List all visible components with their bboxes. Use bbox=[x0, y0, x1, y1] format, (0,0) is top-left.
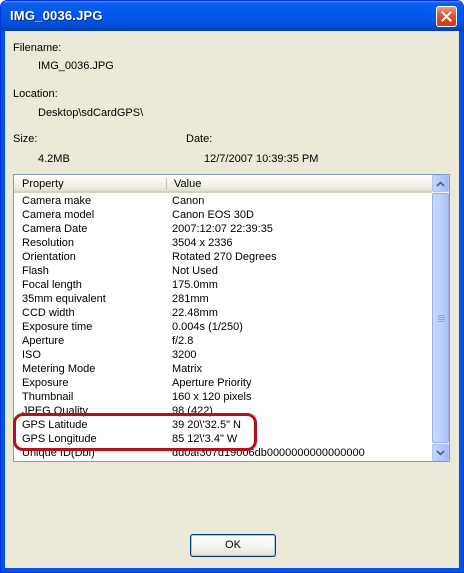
table-row[interactable]: Focal length 175.0mm bbox=[14, 278, 433, 292]
value-cell: f/2.8 bbox=[172, 335, 194, 347]
value-cell: 85 12\'3.4" W bbox=[172, 433, 238, 445]
scroll-up-button[interactable] bbox=[432, 175, 449, 192]
table-row[interactable]: Flash Not Used bbox=[14, 264, 433, 278]
property-cell: Orientation bbox=[22, 251, 76, 263]
value-cell: 175.0mm bbox=[172, 279, 218, 291]
value-cell: 3200 bbox=[172, 349, 197, 361]
scrollbar-thumb[interactable] bbox=[432, 193, 449, 443]
value-cell: 98 (422) bbox=[172, 405, 213, 417]
value-cell: Matrix bbox=[172, 363, 202, 375]
table-row[interactable]: Thumbnail 160 x 120 pixels bbox=[14, 390, 433, 404]
arrow-down-icon bbox=[436, 449, 445, 456]
table-row[interactable]: CCD width 22.48mm bbox=[14, 306, 433, 320]
property-list[interactable]: Property Value Camera make Canon Camera mo… bbox=[13, 174, 450, 462]
value-cell: 160 x 120 pixels bbox=[172, 391, 252, 403]
date-value: 12/7/2007 10:39:35 PM bbox=[204, 153, 319, 165]
property-cell: Camera Date bbox=[22, 223, 88, 235]
date-label: Date: bbox=[186, 133, 213, 145]
value-cell: Aperture Priority bbox=[172, 377, 252, 389]
property-cell: Flash bbox=[22, 265, 49, 277]
close-button[interactable] bbox=[436, 6, 457, 27]
table-row[interactable]: Camera model Canon EOS 30D bbox=[14, 208, 433, 222]
location-label: Location: bbox=[13, 88, 58, 100]
value-cell: 281mm bbox=[172, 293, 209, 305]
table-row[interactable]: Aperture f/2.8 bbox=[14, 334, 433, 348]
table-row[interactable]: Orientation Rotated 270 Degrees bbox=[14, 250, 433, 264]
list-header: Property Value bbox=[14, 175, 433, 193]
value-cell: 2007:12:07 22:39:35 bbox=[172, 223, 273, 235]
column-divider[interactable] bbox=[166, 178, 167, 190]
table-row[interactable]: JPEG Quality 98 (422) bbox=[14, 404, 433, 418]
table-row[interactable]: GPS Latitude 39 20\'32.5" N bbox=[14, 418, 433, 432]
value-cell: 22.48mm bbox=[172, 307, 218, 319]
table-row[interactable]: ISO 3200 bbox=[14, 348, 433, 362]
property-cell: Camera make bbox=[22, 195, 92, 207]
close-icon bbox=[441, 11, 452, 22]
title-bar[interactable]: IMG_0036.JPG bbox=[1, 1, 463, 31]
property-cell: GPS Latitude bbox=[22, 419, 88, 431]
table-row[interactable]: Metering Mode Matrix bbox=[14, 362, 433, 376]
value-cell: Rotated 270 Degrees bbox=[172, 251, 277, 263]
ok-button[interactable]: OK bbox=[190, 534, 276, 557]
value-cell: 0.004s (1/250) bbox=[172, 321, 243, 333]
property-cell: CCD width bbox=[22, 307, 75, 319]
value-cell: Not Used bbox=[172, 265, 218, 277]
image-info-dialog: IMG_0036.JPG Filename: IMG_0036.JPG Loca… bbox=[0, 0, 464, 573]
property-cell: Exposure time bbox=[22, 321, 93, 333]
column-header-value[interactable]: Value bbox=[168, 175, 428, 193]
property-cell: Resolution bbox=[22, 237, 74, 249]
value-cell: Canon EOS 30D bbox=[172, 209, 254, 221]
window-title: IMG_0036.JPG bbox=[10, 8, 103, 23]
property-cell: Focal length bbox=[22, 279, 82, 291]
property-cell: JPEG Quality bbox=[22, 405, 89, 417]
property-cell: Metering Mode bbox=[22, 363, 96, 375]
window-frame-right bbox=[459, 31, 463, 572]
column-header-property[interactable]: Property bbox=[16, 175, 166, 193]
value-cell: Canon bbox=[172, 195, 205, 207]
property-cell: GPS Longitude bbox=[22, 433, 97, 445]
property-cell: Exposure bbox=[22, 377, 69, 389]
table-row[interactable]: 35mm equivalent 281mm bbox=[14, 292, 433, 306]
table-row[interactable]: GPS Longitude 85 12\'3.4" W bbox=[14, 432, 433, 446]
thumb-grip-line bbox=[438, 319, 445, 320]
scroll-down-button[interactable] bbox=[432, 444, 449, 461]
size-value: 4.2MB bbox=[38, 153, 70, 165]
table-row[interactable]: Exposure time 0.004s (1/250) bbox=[14, 320, 433, 334]
arrow-up-icon bbox=[436, 180, 445, 187]
table-row[interactable]: Exposure Aperture Priority bbox=[14, 376, 433, 390]
thumb-grip-line bbox=[438, 317, 445, 318]
window-frame-bottom bbox=[1, 568, 463, 572]
size-label: Size: bbox=[13, 133, 38, 145]
property-cell: 35mm equivalent bbox=[22, 293, 106, 305]
location-value: Desktop\sdCardGPS\ bbox=[38, 107, 144, 119]
table-row[interactable]: Camera Date 2007:12:07 22:39:35 bbox=[14, 222, 433, 236]
table-row[interactable]: Camera make Canon bbox=[14, 194, 433, 208]
vertical-scrollbar[interactable] bbox=[432, 175, 449, 461]
table-row[interactable]: Unique ID(Dbl) dd0af307d19006db0000000000… bbox=[14, 446, 433, 460]
value-cell: dd0af307d19006db0000000000000000 bbox=[172, 447, 365, 459]
table-row[interactable]: Resolution 3504 x 2336 bbox=[14, 236, 433, 250]
property-cell: Unique ID(Dbl) bbox=[22, 447, 95, 459]
list-body: Camera make Canon Camera model Canon EOS 30… bbox=[14, 194, 433, 461]
property-cell: Aperture bbox=[22, 335, 65, 347]
property-cell: Camera model bbox=[22, 209, 95, 221]
filename-value: IMG_0036.JPG bbox=[38, 60, 114, 72]
property-cell: ISO bbox=[22, 349, 41, 361]
value-cell: 39 20\'32.5" N bbox=[172, 419, 241, 431]
thumb-grip-line bbox=[438, 321, 445, 322]
window-frame-left bbox=[1, 31, 5, 572]
property-cell: Thumbnail bbox=[22, 391, 74, 403]
filename-label: Filename: bbox=[13, 42, 62, 54]
value-cell: 3504 x 2336 bbox=[172, 237, 233, 249]
thumb-grip-line bbox=[438, 315, 445, 316]
